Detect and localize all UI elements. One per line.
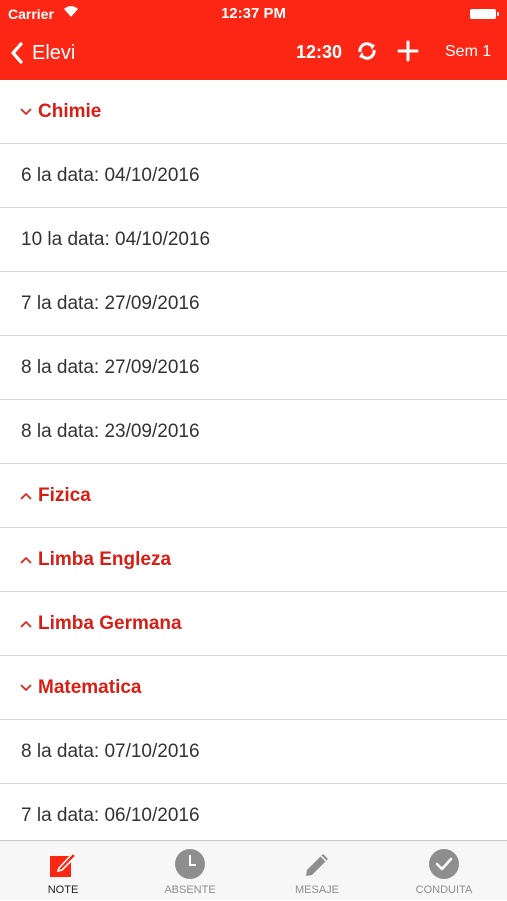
chevron-up-icon [20,492,32,500]
chevron-up-icon [20,620,32,628]
clock-icon [175,849,205,879]
grade-row[interactable]: 8 la data: 23/09/2016 [0,400,507,464]
grade-row[interactable]: 10 la data: 04/10/2016 [0,208,507,272]
app-header: Carrier 12:37 PM Elevi 12:30 Sem 1 [0,0,507,80]
section-title: Limba Engleza [38,548,172,570]
tab-conduita[interactable]: CONDUITA [381,841,507,901]
tab-label: ABSENTE [164,884,216,896]
grade-text: 8 la data: 07/10/2016 [21,740,200,762]
grade-text: 7 la data: 27/09/2016 [21,292,200,314]
chevron-left-icon [11,42,23,64]
tab-mesaje[interactable]: MESAJE [254,841,380,901]
grade-row[interactable]: 8 la data: 27/09/2016 [0,336,507,400]
sync-time: 12:30 [296,42,343,62]
section-title: Limba Germana [38,612,182,634]
grade-row[interactable]: 7 la data: 27/09/2016 [0,272,507,336]
section-header-fizica[interactable]: Fizica [0,464,507,528]
battery-icon [470,9,499,19]
section-header-chimie[interactable]: Chimie [0,80,507,144]
status-time: 12:37 PM [220,5,287,22]
checkmark-circle-icon [429,849,459,879]
tab-note[interactable]: NOTE [0,841,126,901]
grade-text: 8 la data: 23/09/2016 [21,420,200,442]
grade-row[interactable]: 8 la data: 07/10/2016 [0,720,507,784]
section-title: Matematica [38,676,142,698]
grade-text: 7 la data: 06/10/2016 [21,804,200,826]
section-header-limba-germana[interactable]: Limba Germana [0,592,507,656]
section-title: Chimie [38,100,102,122]
chevron-up-icon [20,556,32,564]
edit-square-icon [50,851,78,877]
add-icon[interactable] [397,40,419,62]
tab-bar: NOTE ABSENTE MESAJE CONDUITA [0,840,507,900]
section-title: Fizica [38,484,91,506]
grade-row[interactable]: 6 la data: 04/10/2016 [0,144,507,208]
back-label: Elevi [32,41,76,64]
chevron-down-icon [20,107,32,115]
grades-list: Chimie 6 la data: 04/10/2016 10 la data:… [0,80,507,840]
tab-label: MESAJE [294,884,339,896]
grade-row[interactable]: 7 la data: 06/10/2016 [0,784,507,840]
back-button[interactable]: Elevi [10,38,75,68]
section-header-limba-engleza[interactable]: Limba Engleza [0,528,507,592]
grade-text: 8 la data: 27/09/2016 [21,356,200,378]
tab-absente[interactable]: ABSENTE [127,841,253,901]
tab-label: NOTE [47,884,79,896]
tab-label: CONDUITA [415,884,473,896]
status-bar: Carrier 12:37 PM [0,0,507,28]
chevron-down-icon [20,683,32,691]
grade-text: 6 la data: 04/10/2016 [21,164,200,186]
refresh-icon[interactable] [356,40,378,62]
section-header-matematica[interactable]: Matematica [0,656,507,720]
pencil-icon [306,854,328,876]
grade-text: 10 la data: 04/10/2016 [21,228,211,250]
semester-selector[interactable]: Sem 1 [445,43,491,61]
navigation-bar: Elevi 12:30 Sem 1 [0,28,507,80]
